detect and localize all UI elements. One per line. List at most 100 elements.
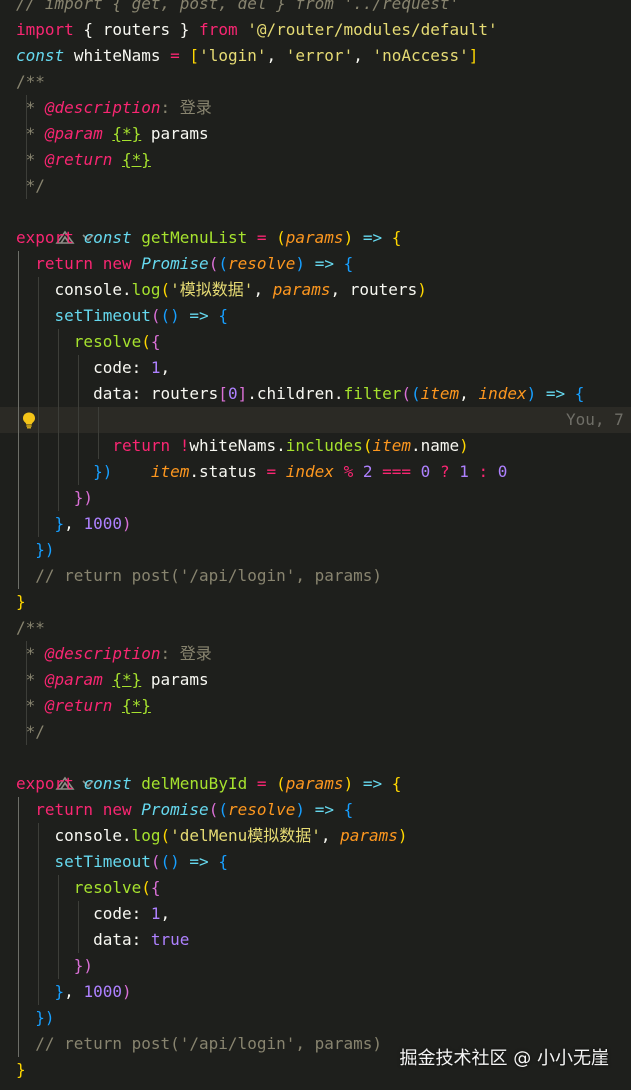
indent-guide xyxy=(38,485,39,511)
git-blame-annotation[interactable]: You, 7 xyxy=(566,407,624,433)
code-line: * @description: 登录 xyxy=(0,95,631,121)
indent-guide xyxy=(38,355,39,381)
indent-guide xyxy=(18,355,19,381)
code-line: return !whiteNams.includes(item.name) xyxy=(0,433,631,459)
code-line: }, 1000) xyxy=(0,511,631,537)
indent-guide xyxy=(58,875,59,901)
indent-guide xyxy=(18,303,19,329)
code-line: */ xyxy=(0,719,631,745)
indent-guide xyxy=(38,381,39,407)
code-line: }) xyxy=(0,953,631,979)
indent-guide xyxy=(26,147,27,173)
code-line: * @return {*} xyxy=(0,147,631,173)
indent-guide xyxy=(26,641,27,667)
code-line: resolve({ xyxy=(0,329,631,355)
indent-guide xyxy=(26,667,27,693)
indent-guide xyxy=(18,277,19,303)
indent-guide xyxy=(18,901,19,927)
indent-guide xyxy=(18,979,19,1005)
indent-guide xyxy=(18,797,19,823)
indent-guide xyxy=(78,355,79,381)
code-line: }) xyxy=(0,1005,631,1031)
codelens-line[interactable] xyxy=(0,199,631,244)
indent-guide xyxy=(18,407,19,433)
indent-guide xyxy=(78,927,79,953)
code-line: // return post('/api/login', params) xyxy=(0,563,631,589)
codelens-line[interactable] xyxy=(0,745,631,790)
code-line: data: true xyxy=(0,927,631,953)
indent-guide xyxy=(18,953,19,979)
indent-guide xyxy=(58,407,59,433)
indent-guide xyxy=(26,693,27,719)
indent-guide xyxy=(18,433,19,459)
code-line: data: routers[0].children.filter((item, … xyxy=(0,381,631,407)
indent-guide xyxy=(78,433,79,459)
code-line: }) xyxy=(0,537,631,563)
indent-guide xyxy=(38,979,39,1005)
code-line: return new Promise((resolve) => { xyxy=(0,797,631,823)
indent-guide xyxy=(26,121,27,147)
code-editor[interactable]: // import { get, post, del } from '../re… xyxy=(0,0,631,1083)
indent-guide xyxy=(38,303,39,329)
indent-guide xyxy=(58,485,59,511)
code-line: code: 1, xyxy=(0,355,631,381)
indent-guide xyxy=(78,459,79,485)
code-line: setTimeout(() => { xyxy=(0,849,631,875)
code-line: code: 1, xyxy=(0,901,631,927)
indent-guide xyxy=(18,927,19,953)
indent-guide xyxy=(26,173,27,199)
indent-guide xyxy=(18,459,19,485)
code-line: * @param {*} params xyxy=(0,667,631,693)
indent-guide xyxy=(18,1031,19,1057)
indent-guide xyxy=(38,927,39,953)
indent-guide xyxy=(38,953,39,979)
indent-guide xyxy=(58,381,59,407)
code-line: import { routers } from '@/router/module… xyxy=(16,20,498,39)
indent-guide xyxy=(38,459,39,485)
code-line-current: item.status = index % 2 === 0 ? 1 : 0 Yo… xyxy=(0,407,631,481)
indent-guide xyxy=(18,329,19,355)
code-line: setTimeout(() => { xyxy=(0,303,631,329)
indent-guide xyxy=(58,433,59,459)
indent-guide xyxy=(26,719,27,745)
lightbulb-icon[interactable] xyxy=(20,411,38,429)
code-line: // import { get, post, del } from '../re… xyxy=(16,0,460,13)
indent-guide xyxy=(58,459,59,485)
code-line: return new Promise((resolve) => { xyxy=(0,251,631,277)
indent-guide xyxy=(38,901,39,927)
indent-guide xyxy=(18,823,19,849)
code-line: * @param {*} params xyxy=(0,121,631,147)
code-line: /** xyxy=(16,72,45,91)
code-line: }, 1000) xyxy=(0,979,631,1005)
code-line: } xyxy=(16,592,26,611)
indent-guide xyxy=(78,381,79,407)
indent-guide xyxy=(38,823,39,849)
indent-guide xyxy=(18,563,19,589)
indent-guide xyxy=(78,901,79,927)
indent-guide xyxy=(38,433,39,459)
indent-guide xyxy=(18,849,19,875)
indent-guide xyxy=(26,95,27,121)
indent-guide xyxy=(38,875,39,901)
code-line: resolve({ xyxy=(0,875,631,901)
indent-guide xyxy=(78,407,79,433)
code-line: const whiteNams = ['login', 'error', 'no… xyxy=(16,46,479,65)
code-line: }) xyxy=(0,485,631,511)
indent-guide xyxy=(38,329,39,355)
indent-guide xyxy=(58,901,59,927)
indent-guide xyxy=(18,1005,19,1031)
indent-guide xyxy=(38,511,39,537)
indent-guide xyxy=(18,537,19,563)
indent-guide xyxy=(38,849,39,875)
code-line: export const getMenuList = (params) => { xyxy=(16,228,402,247)
code-line: * @description: 登录 xyxy=(0,641,631,667)
code-line: console.log('delMenu模拟数据', params) xyxy=(0,823,631,849)
indent-guide xyxy=(58,355,59,381)
watermark: 掘金技术社区 @ 小小无崖 xyxy=(399,1048,609,1069)
code-line: */ xyxy=(0,173,631,199)
indent-guide xyxy=(18,875,19,901)
code-line: /** xyxy=(16,618,45,637)
code-line: * @return {*} xyxy=(0,693,631,719)
indent-guide xyxy=(58,953,59,979)
indent-guide xyxy=(18,485,19,511)
